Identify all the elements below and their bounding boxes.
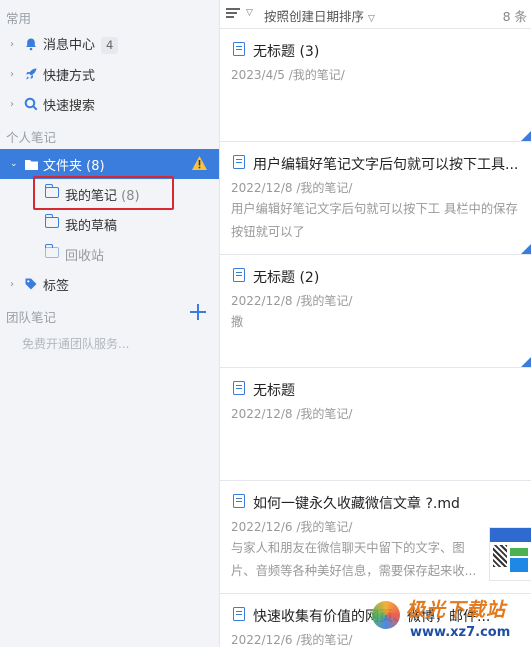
section-header-common: 常用 <box>6 11 32 26</box>
add-team-button[interactable] <box>190 304 206 320</box>
watermark: 极光下载站 www.xz7.com <box>370 595 531 647</box>
note-meta: 2022/12/8 /我的笔记/ <box>231 181 353 195</box>
note-title: 用户编辑好笔记文字后句就可以按下工具... <box>253 157 519 173</box>
note-title: 无标题 (2) <box>253 270 320 286</box>
chevron-down-icon[interactable]: ⌄ <box>10 159 18 169</box>
note-meta: 2022/12/6 /我的笔记/ <box>231 520 353 534</box>
sidebar-item-drafts[interactable]: 我的草稿 <box>0 210 219 238</box>
note-meta: 2023/4/5 /我的笔记/ <box>231 68 345 82</box>
corner-marker-icon <box>521 244 531 254</box>
sidebar-item-label: 消息中心 4 <box>43 34 119 54</box>
note-snippet: 用户编辑好笔记文字后句就可以按下工 具栏中的保存按钮就可以了 <box>231 202 518 239</box>
note-card[interactable]: 用户编辑好笔记文字后句就可以按下工具... 2022/12/8 /我的笔记/ 用… <box>220 142 531 255</box>
team-service-link[interactable]: 免费开通团队服务... <box>22 335 129 352</box>
note-icon <box>233 155 245 169</box>
note-card[interactable]: 无标题 (3) 2023/4/5 /我的笔记/ <box>220 29 531 142</box>
note-card[interactable]: 无标题 (2) 2022/12/8 /我的笔记/ 撒 <box>220 255 531 368</box>
watermark-url: www.xz7.com <box>410 625 511 640</box>
note-count: 8 条 <box>502 9 527 24</box>
note-title: 无标题 <box>253 383 295 399</box>
chevron-right-icon[interactable]: › <box>10 99 14 110</box>
sidebar: 常用 › 消息中心4 › 快捷方式 › 快速搜索 个人笔记 ⌄ 文件夹 (8) <box>0 0 220 647</box>
sort-dropdown[interactable]: 按照创建日期排序 ▽ <box>264 6 375 25</box>
watermark-text: 极光下载站 <box>406 599 507 621</box>
folder-outline-icon <box>45 244 59 258</box>
highlight-box <box>33 176 174 210</box>
bell-icon <box>23 36 39 52</box>
note-meta: 2022/12/8 /我的笔记/ <box>231 407 353 421</box>
sidebar-item-label: 快速搜索 <box>43 98 96 114</box>
sidebar-item-label: 回收站 <box>65 249 105 264</box>
note-thumbnail <box>489 527 531 581</box>
rocket-icon <box>23 66 39 82</box>
note-snippet: 与家人和朋友在微信聊天中留下的文字、图片、音频等各种美好信息，需要保存起来收..… <box>231 541 477 578</box>
note-icon <box>233 381 245 395</box>
section-header-team: 团队笔记 <box>6 310 57 325</box>
sidebar-item-folders[interactable]: ⌄ 文件夹 (8) <box>0 149 219 179</box>
note-list-toolbar: ▽ 按照创建日期排序 ▽ 8 条 <box>220 0 531 29</box>
note-icon <box>233 494 245 508</box>
chevron-down-icon: ▽ <box>368 14 375 24</box>
tag-icon <box>23 276 39 292</box>
note-card[interactable]: 如何一键永久收藏微信文章 ?.md 2022/12/6 /我的笔记/ 与家人和朋… <box>220 481 531 594</box>
note-title: 如何一键永久收藏微信文章 ?.md <box>253 496 460 512</box>
section-header-personal: 个人笔记 <box>6 130 57 145</box>
sidebar-item-trash[interactable]: 回收站 <box>0 240 219 268</box>
chevron-right-icon[interactable]: › <box>10 69 14 80</box>
folder-icon <box>23 156 39 172</box>
note-meta: 2022/12/6 /我的笔记/ <box>231 633 353 647</box>
sidebar-item-tags[interactable]: › 标签 <box>0 270 219 298</box>
corner-marker-icon <box>521 357 531 367</box>
unread-badge: 4 <box>101 37 119 54</box>
note-card[interactable]: 无标题 2022/12/8 /我的笔记/ <box>220 368 531 481</box>
note-list-panel: ▽ 按照创建日期排序 ▽ 8 条 无标题 (3) 2023/4/5 /我的笔记/… <box>220 0 531 647</box>
sidebar-item-label: 我的草稿 <box>65 219 118 234</box>
watermark-logo-icon <box>372 601 400 629</box>
warning-icon[interactable] <box>191 155 208 175</box>
folder-outline-icon <box>45 214 59 228</box>
sidebar-item-label: 标签 <box>43 278 70 294</box>
note-icon <box>233 607 245 621</box>
note-snippet: 撒 <box>231 315 244 329</box>
sidebar-item-label: 快捷方式 <box>43 68 96 84</box>
sidebar-item-messages[interactable]: › 消息中心 4 <box>0 30 219 58</box>
corner-marker-icon <box>521 131 531 141</box>
chevron-down-icon[interactable]: ▽ <box>246 8 253 18</box>
sidebar-item-shortcuts[interactable]: › 快捷方式 <box>0 60 219 88</box>
note-icon <box>233 42 245 56</box>
list-view-icon[interactable] <box>226 8 240 20</box>
note-title: 无标题 (3) <box>253 44 320 60</box>
sidebar-item-quick-search[interactable]: › 快速搜索 <box>0 90 219 118</box>
search-icon <box>23 96 39 112</box>
sidebar-item-label: 文件夹 (8) <box>43 158 105 174</box>
chevron-right-icon[interactable]: › <box>10 39 14 50</box>
note-meta: 2022/12/8 /我的笔记/ <box>231 294 353 308</box>
note-icon <box>233 268 245 282</box>
chevron-right-icon[interactable]: › <box>10 279 14 290</box>
